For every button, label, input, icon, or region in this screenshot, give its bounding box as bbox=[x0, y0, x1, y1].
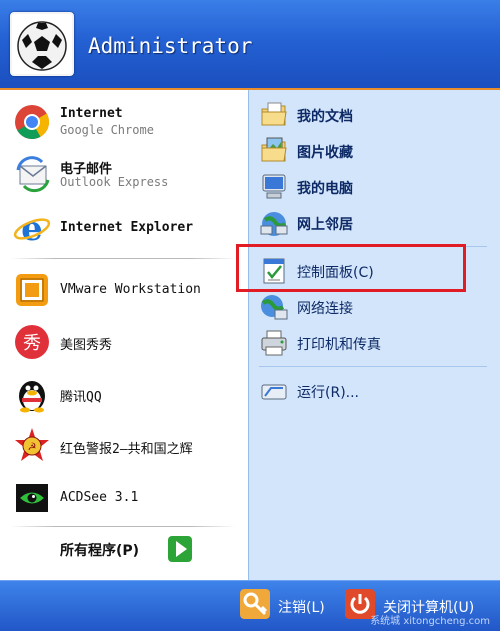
green-arrow-icon[interactable] bbox=[168, 536, 192, 562]
place-network-places[interactable]: 网上邻居 bbox=[257, 206, 487, 240]
recent-label: VMware Workstation bbox=[60, 282, 201, 297]
recent-item-acdsee[interactable]: ACDSee 3.1 bbox=[10, 476, 242, 520]
pinned-subtitle: Google Chrome bbox=[60, 123, 154, 137]
recent-label: 美图秀秀 bbox=[60, 338, 113, 353]
recent-label: 红色警报2—共和国之辉 bbox=[60, 442, 193, 457]
recent-label: 腾讯QQ bbox=[60, 390, 102, 405]
highlight-box bbox=[236, 244, 466, 292]
separator bbox=[10, 526, 236, 527]
start-menu-footer: 注销(L) 关闭计算机(U) 系统城 xitongcheng.com bbox=[0, 580, 500, 631]
recent-item-vmware[interactable]: VMware Workstation bbox=[10, 268, 242, 312]
place-run[interactable]: 运行(R)... bbox=[257, 374, 487, 408]
recent-item-meitu[interactable]: 秀 美图秀秀 bbox=[10, 320, 242, 364]
run-icon bbox=[261, 384, 287, 400]
place-label: 我的电脑 bbox=[297, 181, 353, 197]
pinned-item-internet-explorer[interactable]: e Internet Explorer bbox=[10, 206, 242, 250]
vmware-icon bbox=[16, 274, 48, 306]
place-my-documents[interactable]: 我的文档 bbox=[257, 98, 487, 132]
printers-icon bbox=[261, 330, 287, 356]
recent-item-red-alert[interactable]: ☭ 红色警报2—共和国之辉 bbox=[10, 424, 242, 468]
separator bbox=[10, 258, 236, 259]
place-label: 网上邻居 bbox=[297, 217, 353, 233]
acdsee-icon bbox=[16, 484, 48, 512]
place-label: 运行(R)... bbox=[297, 385, 360, 401]
place-my-computer[interactable]: 我的电脑 bbox=[257, 170, 487, 204]
chrome-icon bbox=[15, 105, 49, 139]
place-network-connections[interactable]: 网络连接 bbox=[257, 290, 487, 324]
place-printers-and-faxes[interactable]: 打印机和传真 bbox=[257, 326, 487, 360]
key-icon bbox=[240, 589, 270, 619]
recent-item-qq[interactable]: 腾讯QQ bbox=[10, 372, 242, 416]
place-label: 图片收藏 bbox=[297, 145, 353, 161]
username-label: Administrator bbox=[88, 34, 253, 58]
soccer-ball-icon bbox=[12, 14, 72, 74]
watermark: 系统城 xitongcheng.com bbox=[370, 616, 490, 627]
recent-label: ACDSee 3.1 bbox=[60, 490, 139, 505]
logoff-label: 注销(L) bbox=[278, 600, 325, 616]
svg-text:e: e bbox=[21, 209, 43, 248]
place-label: 打印机和传真 bbox=[297, 337, 381, 353]
internet-explorer-icon: e bbox=[13, 209, 51, 248]
red-alert-icon: ☭ bbox=[15, 428, 49, 461]
network-connections-icon bbox=[261, 295, 288, 320]
ie-title: Internet Explorer bbox=[60, 220, 194, 235]
outlook-express-icon bbox=[16, 156, 50, 193]
user-avatar[interactable] bbox=[10, 12, 74, 76]
pinned-subtitle: Outlook Express bbox=[60, 175, 169, 189]
all-programs-button[interactable]: 所有程序(P) bbox=[60, 540, 139, 560]
places-panel: 我的文档 图片收藏 我的电脑 网上邻居 控制面板(C) 网络连接 打印机和传真 … bbox=[248, 90, 500, 580]
pinned-item-email[interactable]: 电子邮件 Outlook Express bbox=[10, 152, 242, 196]
my-documents-icon bbox=[261, 102, 287, 126]
svg-text:☭: ☭ bbox=[28, 442, 37, 453]
start-menu-header: Administrator bbox=[0, 0, 500, 90]
qq-penguin-icon bbox=[19, 381, 45, 413]
network-places-icon bbox=[260, 212, 288, 236]
pinned-title: Internet bbox=[60, 106, 123, 121]
svg-text:秀: 秀 bbox=[23, 333, 41, 354]
place-label: 我的文档 bbox=[297, 109, 353, 125]
separator bbox=[259, 366, 487, 367]
meitu-icon: 秀 bbox=[15, 325, 49, 359]
place-my-pictures[interactable]: 图片收藏 bbox=[257, 134, 487, 168]
my-computer-icon bbox=[262, 174, 286, 199]
place-label: 网络连接 bbox=[297, 301, 353, 317]
my-pictures-icon bbox=[261, 137, 287, 162]
pinned-item-internet[interactable]: Internet Google Chrome bbox=[10, 100, 242, 144]
programs-panel: Internet Google Chrome 电子邮件 Outlook Expr… bbox=[0, 90, 248, 580]
